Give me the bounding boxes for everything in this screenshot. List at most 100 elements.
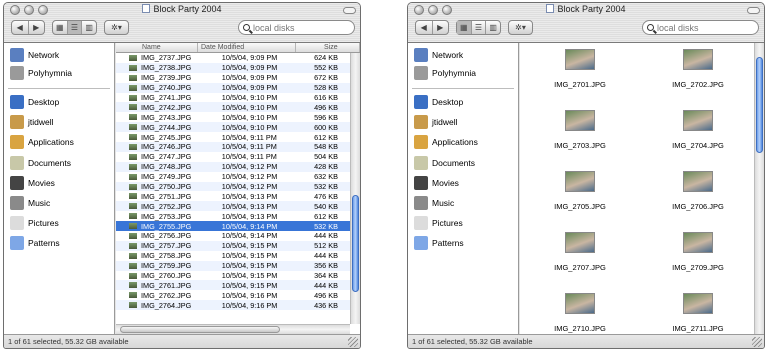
scroll-thumb[interactable] — [756, 57, 763, 153]
sidebar-item-documents[interactable]: Documents — [10, 154, 71, 172]
sidebar-item-polyhymnia[interactable]: Polyhymnia — [414, 64, 476, 82]
image-thumbnail-icon — [129, 282, 137, 289]
title-bar[interactable]: Block Party 2004 ◀ ▶ ▦ ☰ ▥ ✲▾ local disk… — [4, 3, 360, 43]
sidebar-item-movies[interactable]: Movies — [414, 174, 459, 192]
table-row[interactable]: IMG_2737.JPG 10/5/04, 9:09 PM 624 KB — [116, 53, 350, 63]
column-view-button[interactable]: ▥ — [486, 21, 500, 34]
table-row[interactable]: IMG_2744.JPG 10/5/04, 9:10 PM 600 KB — [116, 122, 350, 133]
sidebar-item-jtidwell[interactable]: jtidwell — [414, 113, 458, 131]
sidebar-item-desktop[interactable]: Desktop — [414, 93, 463, 111]
toolbar-toggle-button[interactable] — [747, 7, 760, 14]
sidebar-item-polyhymnia[interactable]: Polyhymnia — [10, 64, 72, 82]
sidebar-item-music[interactable]: Music — [10, 194, 50, 212]
image-thumbnail-icon — [129, 124, 137, 131]
vertical-scrollbar[interactable] — [754, 43, 764, 334]
sidebar-divider — [8, 88, 110, 89]
table-row[interactable]: IMG_2740.JPG 10/5/04, 9:09 PM 528 KB — [116, 82, 350, 93]
cell-size: 672 KB — [314, 73, 338, 83]
forward-button[interactable]: ▶ — [433, 21, 449, 34]
table-row[interactable]: IMG_2757.JPG 10/5/04, 9:15 PM 512 KB — [116, 240, 350, 251]
file-icon-item[interactable]: IMG_2709.JPG — [658, 232, 738, 272]
search-field[interactable]: local disks — [238, 20, 355, 35]
file-icon-item[interactable]: IMG_2711.JPG — [658, 293, 738, 333]
sidebar-item-documents[interactable]: Documents — [414, 154, 475, 172]
sidebar-item-jtidwell[interactable]: jtidwell — [10, 113, 54, 131]
resize-grip[interactable] — [348, 337, 358, 347]
file-icon-item[interactable]: IMG_2702.JPG — [658, 49, 738, 89]
list-view-button[interactable]: ☰ — [472, 21, 487, 34]
toolbar-toggle-button[interactable] — [343, 7, 356, 14]
scroll-thumb[interactable] — [352, 195, 359, 292]
sidebar-item-network[interactable]: Network — [10, 46, 59, 64]
table-row[interactable]: IMG_2759.JPG 10/5/04, 9:15 PM 356 KB — [116, 260, 350, 271]
table-row[interactable]: IMG_2747.JPG 10/5/04, 9:11 PM 504 KB — [116, 152, 350, 162]
sidebar-item-desktop[interactable]: Desktop — [10, 93, 59, 111]
horizontal-scrollbar[interactable] — [116, 324, 350, 334]
table-row[interactable]: IMG_2746.JPG 10/5/04, 9:11 PM 548 KB — [116, 142, 350, 152]
icon-view-button[interactable]: ▦ — [53, 21, 68, 34]
cell-name: IMG_2747.JPG — [141, 152, 192, 162]
resize-grip[interactable] — [752, 337, 762, 347]
cell-date: 10/5/04, 9:10 PM — [221, 93, 278, 102]
cell-date: 10/5/04, 9:16 PM — [221, 300, 278, 310]
sidebar-item-pictures[interactable]: Pictures — [414, 214, 463, 232]
list-view-button[interactable]: ☰ — [67, 21, 83, 34]
sidebar-item-applications[interactable]: Applications — [10, 133, 74, 151]
sidebar-item-patterns[interactable]: Patterns — [10, 234, 60, 252]
cell-date: 10/5/04, 9:14 PM — [221, 221, 278, 231]
table-row[interactable]: IMG_2739.JPG 10/5/04, 9:09 PM 672 KB — [116, 73, 350, 83]
table-row[interactable]: IMG_2753.JPG 10/5/04, 9:13 PM 612 KB — [116, 211, 350, 221]
icon-view-button[interactable]: ▦ — [457, 21, 472, 34]
file-icon-item[interactable]: IMG_2703.JPG — [540, 110, 620, 150]
table-row[interactable]: IMG_2755.JPG 10/5/04, 9:14 PM 532 KB — [116, 221, 350, 232]
column-header-size[interactable]: Size — [296, 43, 360, 52]
action-menu-button[interactable]: ✲▾ — [105, 21, 128, 34]
view-mode-control: ▦ ☰ ▥ — [456, 20, 501, 35]
sidebar-item-music[interactable]: Music — [414, 194, 454, 212]
sidebar-item-network[interactable]: Network — [414, 46, 463, 64]
sidebar-item-applications[interactable]: Applications — [414, 133, 478, 151]
search-field[interactable]: local disks — [642, 20, 759, 35]
file-icon-item[interactable]: IMG_2704.JPG — [658, 110, 738, 150]
cell-name: IMG_2750.JPG — [141, 182, 192, 192]
table-row[interactable]: IMG_2741.JPG 10/5/04, 9:10 PM 616 KB — [116, 93, 350, 103]
table-row[interactable]: IMG_2748.JPG 10/5/04, 9:12 PM 428 KB — [116, 161, 350, 172]
back-button[interactable]: ◀ — [12, 21, 29, 34]
back-button[interactable]: ◀ — [416, 21, 433, 34]
table-row[interactable]: IMG_2758.JPG 10/5/04, 9:15 PM 444 KB — [116, 251, 350, 261]
table-row[interactable]: IMG_2756.JPG 10/5/04, 9:14 PM 444 KB — [116, 231, 350, 241]
table-row[interactable]: IMG_2764.JPG 10/5/04, 9:16 PM 436 KB — [116, 300, 350, 311]
vertical-scrollbar[interactable] — [350, 53, 360, 324]
sidebar-item-pictures[interactable]: Pictures — [10, 214, 59, 232]
cell-date: 10/5/04, 9:09 PM — [221, 73, 278, 83]
horizontal-scroll-thumb[interactable] — [120, 326, 280, 333]
column-header-date[interactable]: Date Modified — [198, 43, 296, 52]
cell-date: 10/5/04, 9:15 PM — [221, 261, 278, 271]
table-row[interactable]: IMG_2752.JPG 10/5/04, 9:13 PM 540 KB — [116, 201, 350, 212]
file-icon-item[interactable]: IMG_2706.JPG — [658, 171, 738, 211]
table-row[interactable]: IMG_2738.JPG 10/5/04, 9:09 PM 552 KB — [116, 62, 350, 73]
table-row[interactable]: IMG_2743.JPG 10/5/04, 9:10 PM 596 KB — [116, 112, 350, 122]
column-header-name[interactable]: Name — [116, 43, 198, 52]
table-row[interactable]: IMG_2742.JPG 10/5/04, 9:10 PM 496 KB — [116, 102, 350, 113]
table-row[interactable]: IMG_2750.JPG 10/5/04, 9:12 PM 532 KB — [116, 181, 350, 192]
table-row[interactable]: IMG_2751.JPG 10/5/04, 9:13 PM 476 KB — [116, 191, 350, 201]
table-row[interactable]: IMG_2761.JPG 10/5/04, 9:15 PM 444 KB — [116, 280, 350, 291]
file-icon-item[interactable]: IMG_2701.JPG — [540, 49, 620, 89]
sidebar-item-patterns[interactable]: Patterns — [414, 234, 464, 252]
cell-name: IMG_2759.JPG — [141, 261, 192, 271]
file-icon-item[interactable]: IMG_2710.JPG — [540, 293, 620, 333]
sidebar-item-movies[interactable]: Movies — [10, 174, 55, 192]
table-row[interactable]: IMG_2760.JPG 10/5/04, 9:15 PM 364 KB — [116, 271, 350, 281]
table-row[interactable]: IMG_2745.JPG 10/5/04, 9:11 PM 612 KB — [116, 132, 350, 142]
title-bar[interactable]: Block Party 2004 ◀ ▶ ▦ ☰ ▥ ✲▾ local disk… — [408, 3, 764, 43]
action-menu-button[interactable]: ✲▾ — [509, 21, 532, 34]
forward-button[interactable]: ▶ — [29, 21, 45, 34]
table-row[interactable]: IMG_2749.JPG 10/5/04, 9:12 PM 632 KB — [116, 172, 350, 182]
table-row[interactable]: IMG_2762.JPG 10/5/04, 9:16 PM 496 KB — [116, 290, 350, 300]
file-icon-item[interactable]: IMG_2707.JPG — [540, 232, 620, 272]
column-view-button[interactable]: ▥ — [82, 21, 96, 34]
finder-window-list: Block Party 2004 ◀ ▶ ▦ ☰ ▥ ✲▾ local disk… — [3, 2, 361, 349]
image-thumbnail-icon — [129, 163, 137, 170]
file-icon-item[interactable]: IMG_2705.JPG — [540, 171, 620, 211]
